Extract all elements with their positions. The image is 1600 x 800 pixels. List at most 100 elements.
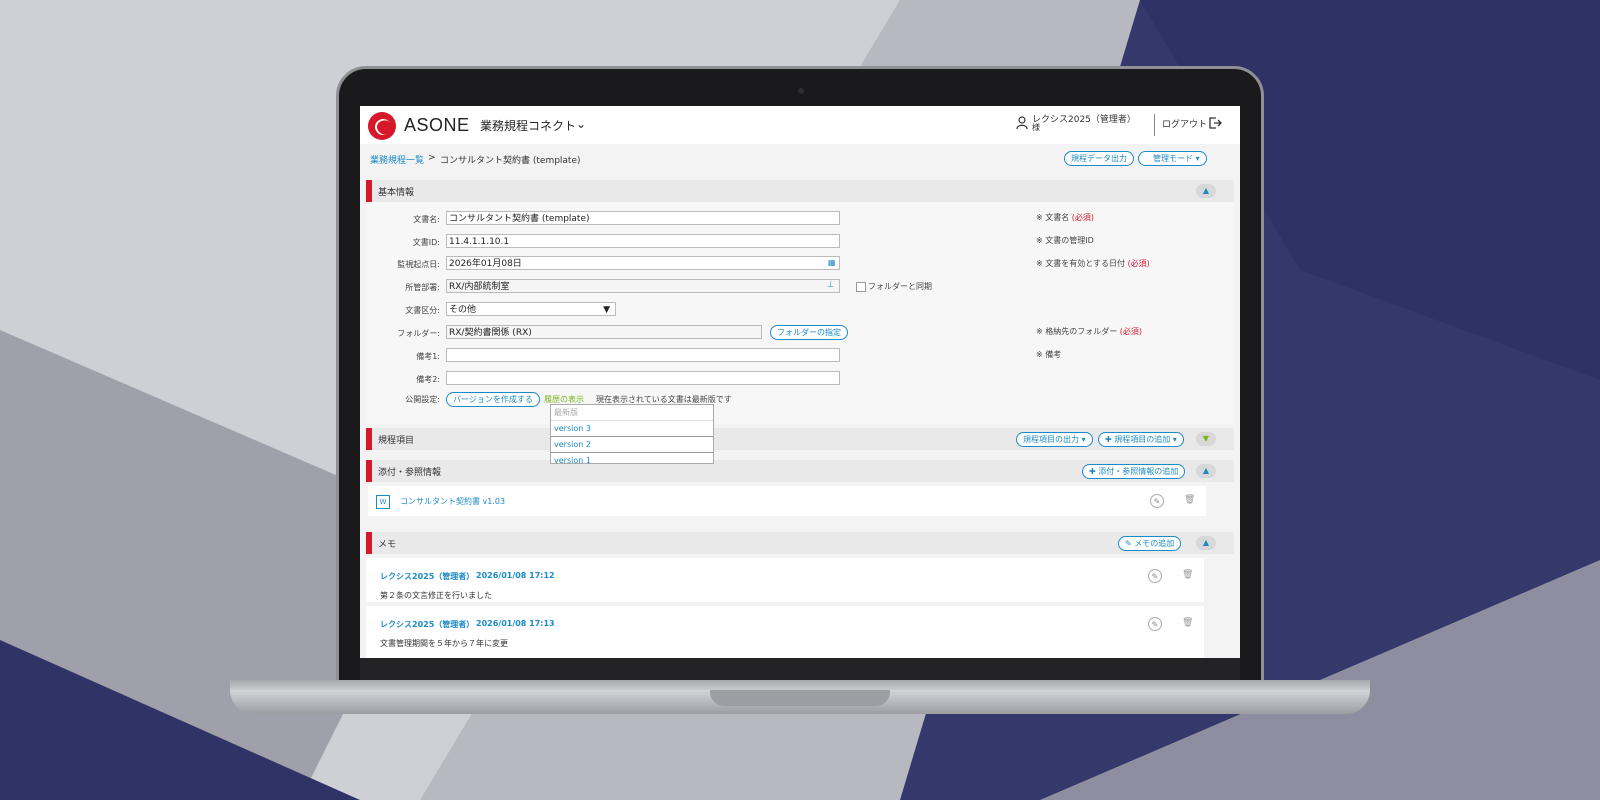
add-memo-button[interactable]: ✎ メモの追加 bbox=[1118, 536, 1182, 551]
export-data-button[interactable]: 規程データ出力 bbox=[1064, 151, 1134, 166]
breadcrumb-current: コンサルタント契約書 (template) bbox=[440, 156, 581, 166]
brand-name: ASONE bbox=[404, 115, 470, 135]
trash-icon[interactable]: 🗑 bbox=[1182, 618, 1193, 628]
expand-icon[interactable]: ▼ bbox=[1196, 432, 1216, 446]
note-doc-name: ※ 文書名 (必須) bbox=[1036, 212, 1094, 223]
user-suffix: 様 bbox=[1032, 123, 1040, 132]
attachment-file-link[interactable]: コンサルタント契約書 v1.03 bbox=[400, 496, 505, 507]
label-note1: 備考1: bbox=[416, 352, 440, 361]
org-tree-icon[interactable]: ⊥ bbox=[827, 280, 834, 289]
required-mark: (必須) bbox=[1127, 259, 1150, 268]
version-dropdown: 最新版 version 3 version 2 version 1 bbox=[550, 404, 714, 465]
note2-input[interactable] bbox=[446, 371, 840, 385]
collapse-icon[interactable]: ▲ bbox=[1196, 464, 1216, 478]
admin-mode-button[interactable]: 管理モード ▾ bbox=[1138, 151, 1207, 166]
edit-icon[interactable]: ✎ bbox=[1148, 617, 1162, 631]
note-date-text: ※ 文書を有効とする日付 bbox=[1036, 259, 1126, 268]
required-mark: (必須) bbox=[1071, 213, 1095, 222]
label-doc-name: 文書名: bbox=[413, 215, 440, 224]
create-version-button[interactable]: バージョンを作成する bbox=[446, 392, 540, 407]
note-doc-id: ※ 文書の管理ID bbox=[1036, 236, 1094, 245]
section-basic-info: 基本情報 ▲ bbox=[366, 180, 1234, 202]
memo-text: 第２条の文言修正を行いました bbox=[380, 591, 492, 600]
trash-icon[interactable]: 🗑 bbox=[1184, 495, 1195, 505]
export-items-label: 規程項目の出力 bbox=[1023, 435, 1079, 444]
camera bbox=[798, 88, 804, 94]
app-switcher[interactable]: 業務規程コネクト bbox=[480, 117, 576, 134]
divider bbox=[1154, 114, 1155, 136]
label-note2: 備考2: bbox=[416, 375, 440, 384]
label-folder: フォルダー: bbox=[397, 329, 440, 338]
label-start-date: 監視起点日: bbox=[397, 260, 440, 269]
laptop-chin bbox=[360, 658, 1240, 680]
note-date: ※ 文書を有効とする日付 (必須) bbox=[1036, 258, 1150, 269]
memo-entry: レクシス2025（管理者） 2026/01/08 17:13 文書管理期間を５年… bbox=[366, 606, 1204, 658]
export-items-button[interactable]: 規程項目の出力 ▾ bbox=[1016, 432, 1093, 447]
label-dept: 所管部署: bbox=[405, 283, 440, 292]
collapse-icon[interactable]: ▲ bbox=[1196, 184, 1216, 198]
add-item-button[interactable]: ✚ 規程項目の追加 ▾ bbox=[1098, 432, 1184, 447]
edit-icon[interactable]: ✎ bbox=[1150, 494, 1164, 508]
memo-text: 文書管理期間を５年から７年に変更 bbox=[380, 639, 508, 648]
note-remark: ※ 備考 bbox=[1036, 350, 1062, 359]
top-bar: ASONE 業務規程コネクト ⌄ レクシス2025（管理者） 様 ログアウト bbox=[360, 106, 1240, 145]
doc-name-input[interactable]: コンサルタント契約書 (template) bbox=[446, 211, 840, 225]
add-attachment-label: 添付・参照情報の追加 bbox=[1098, 467, 1179, 476]
add-attachment-button[interactable]: ✚ 添付・参照情報の追加 bbox=[1082, 464, 1186, 479]
section-memo: メモ ✎ メモの追加 ▲ bbox=[366, 532, 1234, 554]
version-option[interactable]: version 1 bbox=[551, 453, 713, 468]
doc-id-input[interactable]: 11.4.1.1.10.1 bbox=[446, 234, 840, 248]
trash-icon[interactable]: 🗑 bbox=[1182, 570, 1193, 580]
folder-input[interactable]: RX/契約書関係 (RX) bbox=[446, 325, 762, 339]
attachment-row: W コンサルタント契約書 v1.03 ✎ 🗑 bbox=[368, 486, 1206, 516]
note-folder: ※ 格納先のフォルダー (必須) bbox=[1036, 326, 1142, 337]
memo-author: レクシス2025（管理者） bbox=[380, 620, 475, 629]
memo-author: レクシス2025（管理者） bbox=[380, 572, 475, 581]
label-category: 文書区分: bbox=[405, 306, 440, 315]
collapse-icon[interactable]: ▲ bbox=[1196, 536, 1216, 550]
version-option[interactable]: version 2 bbox=[551, 437, 713, 453]
edit-icon[interactable]: ✎ bbox=[1148, 569, 1162, 583]
add-item-label: 規程項目の追加 bbox=[1114, 435, 1171, 444]
memo-date: 2026/01/08 17:13 bbox=[476, 619, 555, 628]
folder-select-button[interactable]: フォルダーの指定 bbox=[770, 325, 848, 340]
note1-input[interactable] bbox=[446, 348, 840, 362]
section-title: 基本情報 bbox=[378, 188, 415, 198]
memo-entry: レクシス2025（管理者） 2026/01/08 17:12 第２条の文言修正を… bbox=[366, 558, 1204, 602]
section-rule-items: 規程項目 規程項目の出力 ▾ ✚ 規程項目の追加 ▾ ▼ bbox=[366, 428, 1234, 450]
label-doc-id: 文書ID: bbox=[412, 238, 440, 247]
logout-link[interactable]: ログアウト bbox=[1162, 117, 1207, 130]
dropdown-arrow-icon: ▼ bbox=[603, 305, 610, 315]
label-publish: 公開設定: bbox=[405, 395, 440, 404]
start-date-input[interactable]: 2026年01月08日 bbox=[446, 256, 840, 270]
brand-logo-icon bbox=[368, 112, 396, 140]
admin-mode-label: 管理モード bbox=[1153, 154, 1193, 163]
sync-label: フォルダーと同期 bbox=[868, 282, 932, 291]
breadcrumb-separator: > bbox=[428, 153, 436, 163]
dept-input[interactable]: RX/内部統制室 bbox=[446, 279, 840, 293]
user-icon bbox=[1016, 116, 1028, 130]
sync-checkbox[interactable] bbox=[856, 282, 866, 292]
breadcrumb-home[interactable]: 業務規程一覧 bbox=[370, 153, 424, 166]
add-memo-label: メモの追加 bbox=[1134, 539, 1175, 548]
section-title: 規程項目 bbox=[378, 436, 415, 446]
section-title: 添付・参照情報 bbox=[378, 468, 442, 478]
version-option[interactable]: version 3 bbox=[551, 421, 713, 437]
note-folder-text: ※ 格納先のフォルダー bbox=[1036, 327, 1118, 336]
section-title: メモ bbox=[378, 540, 397, 550]
breadcrumb: 業務規程一覧 > コンサルタント契約書 (template) 規程データ出力 管… bbox=[360, 144, 1240, 174]
word-file-icon: W bbox=[376, 495, 390, 509]
memo-date: 2026/01/08 17:12 bbox=[476, 571, 555, 580]
screen: ASONE 業務規程コネクト ⌄ レクシス2025（管理者） 様 ログアウト 業… bbox=[360, 106, 1240, 658]
version-option-latest[interactable]: 最新版 bbox=[551, 405, 713, 421]
logout-icon[interactable] bbox=[1208, 116, 1222, 130]
section-attachments: 添付・参照情報 ✚ 添付・参照情報の追加 ▲ bbox=[366, 460, 1234, 482]
required-mark: (必須) bbox=[1119, 327, 1143, 336]
category-select[interactable]: その他 ▼ bbox=[446, 302, 616, 316]
laptop-notch bbox=[710, 690, 890, 706]
user-name: レクシス2025（管理者） bbox=[1032, 115, 1136, 125]
category-value: その他 bbox=[449, 305, 477, 315]
calendar-icon[interactable]: ▦ bbox=[828, 258, 836, 267]
chevron-down-icon[interactable]: ⌄ bbox=[576, 117, 586, 131]
note-doc-name-text: ※ 文書名 bbox=[1036, 213, 1070, 222]
